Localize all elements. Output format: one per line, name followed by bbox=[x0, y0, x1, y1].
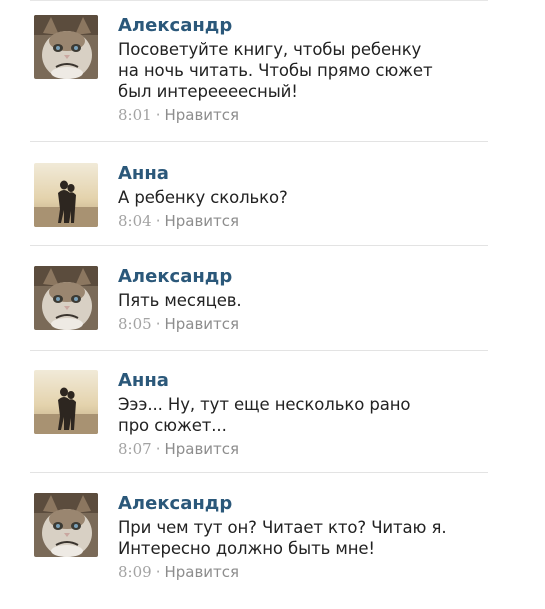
meta-separator: · bbox=[155, 440, 161, 458]
comment-meta: 8:01 · Нравится bbox=[118, 105, 490, 125]
comment-meta: 8:07 · Нравится bbox=[118, 439, 490, 459]
comment-time[interactable]: 8:07 bbox=[118, 440, 152, 458]
silhouette-beach-icon bbox=[34, 370, 98, 434]
comment-divider bbox=[30, 350, 488, 351]
comment-divider bbox=[30, 245, 488, 246]
comment-body: Александр При чем тут он? Читает кто? Чи… bbox=[118, 493, 490, 582]
comment-divider bbox=[30, 141, 488, 142]
comment-text-line: Интересно должно быть мне! bbox=[118, 539, 375, 558]
meta-separator: · bbox=[155, 212, 161, 230]
comment-time[interactable]: 8:05 bbox=[118, 315, 152, 333]
comment-time[interactable]: 8:01 bbox=[118, 106, 152, 124]
silhouette-beach-icon bbox=[34, 163, 98, 227]
comment-body: Анна А ребенку сколько? 8:04 · Нравится bbox=[118, 163, 490, 231]
comment-time[interactable]: 8:09 bbox=[118, 563, 152, 581]
like-link[interactable]: Нравится bbox=[164, 563, 239, 581]
avatar-silhouette[interactable] bbox=[34, 163, 98, 227]
comment-text-line: был интереееесный! bbox=[118, 82, 298, 101]
comment-feed: Александр Посоветуйте книгу, чтобы ребен… bbox=[0, 0, 545, 609]
comment-text-line: на ночь читать. Чтобы прямо сюжет bbox=[118, 61, 433, 80]
comment-meta: 8:05 · Нравится bbox=[118, 314, 490, 334]
comment-text-line: А ребенку сколько? bbox=[118, 188, 288, 207]
comment-text-line: При чем тут он? Читает кто? Читаю я. bbox=[118, 518, 447, 537]
comment-text-line: Пять месяцев. bbox=[118, 291, 242, 310]
grumpy-cat-icon bbox=[34, 266, 98, 330]
comment-text-line: про сюжет... bbox=[118, 416, 227, 435]
comment-text: При чем тут он? Читает кто? Читаю я. Инт… bbox=[118, 517, 490, 559]
author-name[interactable]: Александр bbox=[118, 15, 490, 37]
like-link[interactable]: Нравится bbox=[164, 212, 239, 230]
comment-text-line: Эээ... Ну, тут еще несколько рано bbox=[118, 395, 411, 414]
grumpy-cat-icon bbox=[34, 493, 98, 557]
comment-text: Эээ... Ну, тут еще несколько рано про сю… bbox=[118, 394, 490, 436]
comment-text: Посоветуйте книгу, чтобы ребенку на ночь… bbox=[118, 39, 490, 102]
like-link[interactable]: Нравится bbox=[164, 106, 239, 124]
comment-body: Александр Пять месяцев. 8:05 · Нравится bbox=[118, 266, 490, 334]
comment-meta: 8:09 · Нравится bbox=[118, 562, 490, 582]
author-name[interactable]: Александр bbox=[118, 266, 490, 288]
avatar-silhouette[interactable] bbox=[34, 370, 98, 434]
top-divider bbox=[30, 0, 488, 1]
meta-separator: · bbox=[155, 563, 161, 581]
avatar-grumpy-cat[interactable] bbox=[34, 15, 98, 79]
comment-text-line: Посоветуйте книгу, чтобы ребенку bbox=[118, 40, 422, 59]
comment-text: Пять месяцев. bbox=[118, 290, 490, 311]
like-link[interactable]: Нравится bbox=[164, 315, 239, 333]
comment-body: Анна Эээ... Ну, тут еще несколько рано п… bbox=[118, 370, 490, 459]
comment-time[interactable]: 8:04 bbox=[118, 212, 152, 230]
comment-meta: 8:04 · Нравится bbox=[118, 211, 490, 231]
avatar-grumpy-cat[interactable] bbox=[34, 493, 98, 557]
author-name[interactable]: Анна bbox=[118, 163, 490, 185]
meta-separator: · bbox=[155, 106, 161, 124]
comment-body: Александр Посоветуйте книгу, чтобы ребен… bbox=[118, 15, 490, 125]
meta-separator: · bbox=[155, 315, 161, 333]
author-name[interactable]: Александр bbox=[118, 493, 490, 515]
like-link[interactable]: Нравится bbox=[164, 440, 239, 458]
comment-text: А ребенку сколько? bbox=[118, 187, 490, 208]
grumpy-cat-icon bbox=[34, 15, 98, 79]
author-name[interactable]: Анна bbox=[118, 370, 490, 392]
comment-divider bbox=[30, 472, 488, 473]
avatar-grumpy-cat[interactable] bbox=[34, 266, 98, 330]
